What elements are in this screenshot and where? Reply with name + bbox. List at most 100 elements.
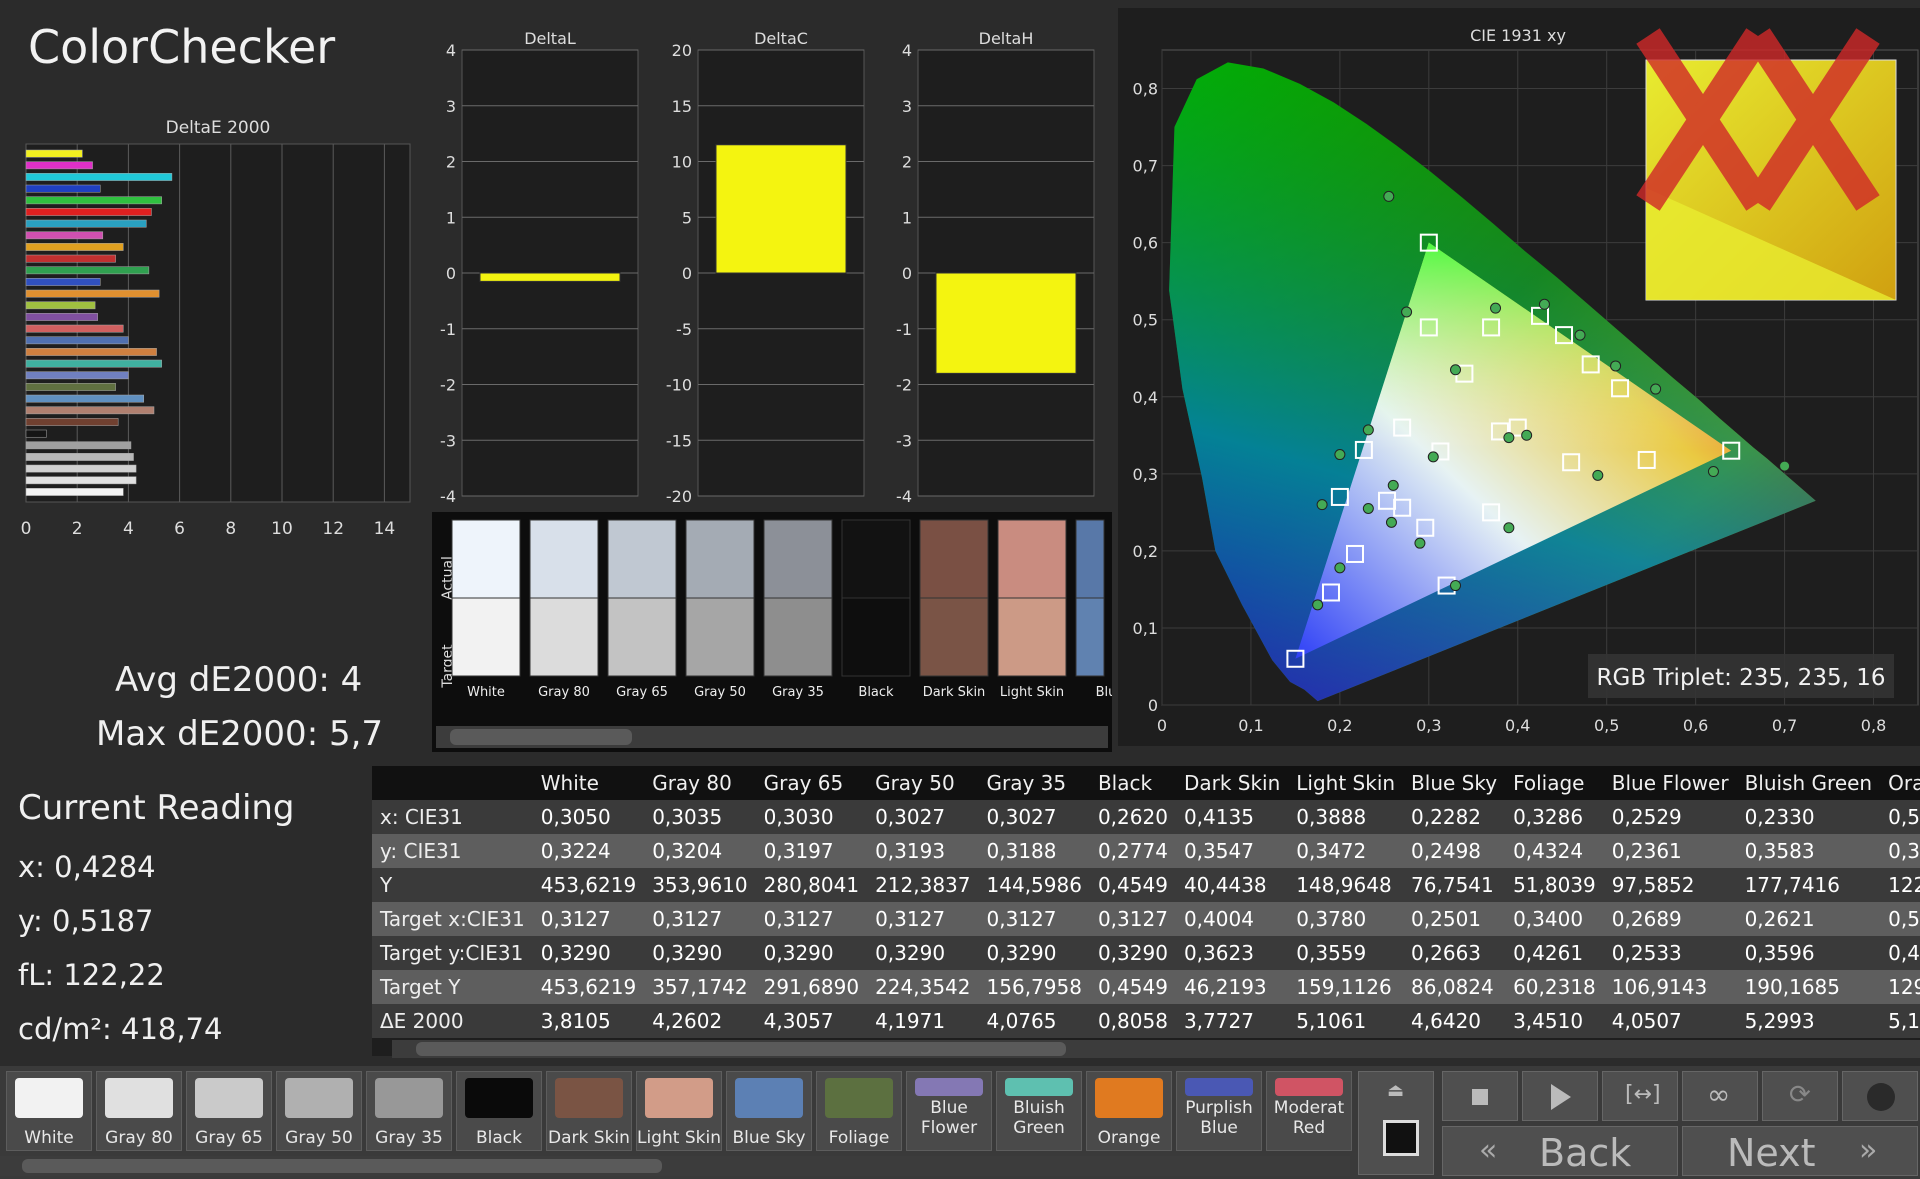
play-button[interactable]	[1522, 1071, 1598, 1121]
swatch-strip-graphic: Actual Target White Gray 80 Gray 65 Gray 50…	[440, 519, 1112, 700]
patch-select-button[interactable]: Moderat Red	[1266, 1071, 1352, 1151]
patch-select-button[interactable]: Purplish Blue	[1176, 1071, 1262, 1151]
swatch-actual	[841, 519, 911, 599]
table-cell: 0,2361	[1603, 834, 1737, 868]
cie-y-tick-label: 0,3	[1133, 465, 1158, 484]
table-row-label: ΔE 2000	[372, 1004, 533, 1038]
patch-color-swatch	[195, 1078, 263, 1118]
cie-y-tick-label: 0,7	[1133, 157, 1158, 176]
patch-select-button[interactable]: Light Skin	[636, 1071, 722, 1151]
swatch-label: Gray 50	[694, 685, 746, 700]
patch-select-button[interactable]: Gray 65	[186, 1071, 272, 1151]
stop-measure-button[interactable]: ⏏	[1358, 1071, 1434, 1175]
patch-label: Orange	[1097, 1128, 1161, 1148]
table-cell: 0,3290	[755, 936, 868, 970]
patch-color-swatch	[1005, 1078, 1073, 1096]
patch-select-button[interactable]: Gray 50	[276, 1071, 362, 1151]
cie-x-tick-label: 0,4	[1505, 716, 1530, 735]
table-cell: 0,3030	[755, 800, 868, 834]
table-cell: 224,3542	[867, 970, 979, 1004]
deltae-bar	[25, 359, 162, 368]
cie-y-tick-label: 0	[1148, 696, 1158, 715]
avg-de-label: Avg dE2000: 4	[115, 660, 363, 700]
table-scrollbar[interactable]	[392, 1040, 1920, 1058]
patch-select-button[interactable]: Blue Sky	[726, 1071, 812, 1151]
table-column-header: Dark Skin	[1175, 766, 1289, 800]
patch-select-button[interactable]: White	[6, 1071, 92, 1151]
patch-label: Moderat Red	[1273, 1098, 1345, 1138]
deltae-bar	[25, 453, 134, 461]
deltae-tick-label: 0	[21, 519, 32, 539]
cie-y-tick-label: 0,6	[1133, 234, 1158, 253]
deltae-bar	[25, 418, 119, 426]
patch-color-swatch	[15, 1078, 83, 1118]
patch-label: Foliage	[828, 1128, 890, 1148]
swatch-actual	[1075, 519, 1105, 599]
table-cell: 0,5535	[1880, 800, 1920, 834]
delta-lch-charts: DeltaL-4-3-2-101234DeltaC-20-15-10-50510…	[440, 29, 1095, 506]
table-cell: 291,6890	[755, 970, 868, 1004]
patch-label: Dark Skin	[548, 1128, 630, 1148]
reading-cdm2: cd/m²: 418,74	[18, 1012, 223, 1046]
table-row-label: y: CIE31	[372, 834, 533, 868]
table-cell: 4,3057	[755, 1004, 868, 1038]
swatch-target	[997, 597, 1067, 677]
delta-tick-label: 0	[902, 264, 912, 283]
patch-select-button[interactable]: Foliage	[816, 1071, 902, 1151]
cie-y-tick-label: 0,5	[1133, 311, 1158, 330]
table-cell: 0,3780	[1288, 902, 1404, 936]
patch-select-button[interactable]: Blue Flower	[906, 1071, 992, 1151]
patch-select-button[interactable]: Bluish Green	[996, 1071, 1082, 1151]
record-button[interactable]	[1842, 1071, 1918, 1121]
delta-tick-label: 10	[672, 153, 692, 172]
swatch-bar-scroll-thumb[interactable]	[22, 1159, 662, 1173]
swatch-actual	[529, 519, 599, 599]
delta-tick-label: 5	[682, 208, 692, 227]
patch-color-swatch	[825, 1078, 893, 1118]
table-row: Target x:CIE31 0,3127 0,3127 0,3127 0,3127 0,…	[372, 902, 1920, 936]
swatch-strip-scroll-thumb[interactable]	[450, 729, 632, 745]
delta-tick-label: -15	[666, 431, 692, 450]
table-cell: 0,3127	[755, 902, 868, 936]
table-cell: 357,1742	[644, 970, 756, 1004]
patch-select-button[interactable]: Orange	[1086, 1071, 1172, 1151]
swatch-target	[1075, 597, 1105, 677]
stop-button[interactable]	[1442, 1071, 1518, 1121]
patch-select-button[interactable]: Gray 80	[96, 1071, 182, 1151]
deltae-bar	[25, 394, 145, 403]
delta-tick-label: 20	[672, 41, 692, 60]
delta-chart-title: DeltaC	[754, 29, 808, 48]
swatch-strip-scrollbar[interactable]	[436, 726, 1108, 748]
patch-color-swatch	[285, 1078, 353, 1118]
deltae-bar	[25, 429, 47, 438]
cie-measured-dot	[1362, 503, 1374, 514]
table-scroll-thumb[interactable]	[416, 1042, 1066, 1056]
cie-measured-dot	[1538, 298, 1550, 310]
table-cell: 0,3290	[644, 936, 756, 970]
deltae-bar	[25, 196, 162, 205]
swatch-label: Black	[858, 685, 894, 700]
continuous-button[interactable]: ∞	[1682, 1071, 1758, 1121]
patch-select-button[interactable]: Dark Skin	[546, 1071, 632, 1151]
table-cell: 156,7958	[978, 970, 1090, 1004]
cie-x-tick-label: 0,6	[1683, 716, 1708, 735]
table-cell: 148,9648	[1288, 868, 1404, 902]
refresh-button[interactable]: ⟳	[1762, 1071, 1838, 1121]
cie-measured-dot	[1650, 383, 1662, 395]
patch-label: Blue Sky	[732, 1128, 806, 1148]
delta-tick-label: -10	[666, 376, 692, 395]
patch-select-button[interactable]: Black	[456, 1071, 542, 1151]
table-cell: 0,3027	[867, 800, 979, 834]
patch-select-button[interactable]: Gray 35	[366, 1071, 452, 1151]
table-cell: 3,4510	[1505, 1004, 1604, 1038]
fit-button[interactable]: [↔]	[1602, 1071, 1678, 1121]
next-button[interactable]: Next »	[1682, 1126, 1918, 1176]
deltae-bar	[25, 336, 129, 345]
delta-tick-label: 1	[902, 208, 912, 227]
swatch-bar-scrollbar[interactable]	[0, 1156, 1350, 1176]
back-button[interactable]: « Back	[1442, 1126, 1678, 1176]
table-cell: 0,3127	[867, 902, 979, 936]
swatch-target	[451, 597, 521, 677]
deltae-bar	[25, 476, 137, 485]
deltae-bar	[25, 161, 93, 170]
